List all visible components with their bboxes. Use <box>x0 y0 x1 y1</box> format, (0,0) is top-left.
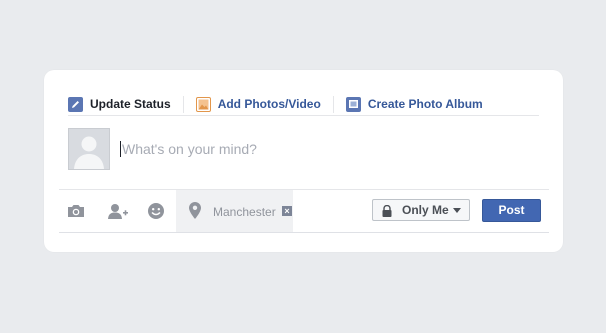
chevron-down-icon <box>452 207 461 213</box>
tab-divider <box>182 95 184 113</box>
location-tag[interactable]: Manchester × <box>176 190 293 232</box>
composer-tabs: Update Status Add Photos/Video Create Ph… <box>68 92 538 116</box>
text-caret <box>120 141 121 157</box>
location-text: Manchester <box>213 205 276 219</box>
tag-friends-icon[interactable] <box>107 203 128 219</box>
privacy-selector[interactable]: Only Me <box>372 199 470 221</box>
photo-icon <box>195 96 211 112</box>
composer-card: Update Status Add Photos/Video Create Ph… <box>44 70 563 252</box>
tab-label: Add Photos/Video <box>217 97 321 111</box>
tab-divider <box>332 95 334 113</box>
pencil-icon <box>68 96 83 112</box>
tab-label: Update Status <box>90 97 171 111</box>
tab-create-photo-album[interactable]: Create Photo Album <box>345 93 483 115</box>
privacy-label: Only Me <box>402 203 449 217</box>
tab-update-status[interactable]: Update Status <box>68 93 171 115</box>
location-pin-icon <box>189 202 201 220</box>
composer-footer: Manchester × Only Me Post <box>59 190 549 232</box>
album-icon <box>345 96 361 112</box>
tab-label: Create Photo Album <box>367 97 483 111</box>
tab-add-photos-video[interactable]: Add Photos/Video <box>195 93 321 115</box>
feeling-icon[interactable] <box>147 203 165 219</box>
divider <box>68 115 539 116</box>
avatar <box>68 128 110 170</box>
post-button[interactable]: Post <box>482 199 541 222</box>
status-placeholder: What's on your mind? <box>122 141 257 157</box>
status-input[interactable]: What's on your mind? <box>120 141 257 157</box>
default-avatar-icon <box>69 129 109 169</box>
divider <box>59 232 549 233</box>
camera-icon[interactable] <box>67 203 85 219</box>
remove-location-icon[interactable]: × <box>282 206 292 216</box>
lock-icon <box>382 204 392 217</box>
